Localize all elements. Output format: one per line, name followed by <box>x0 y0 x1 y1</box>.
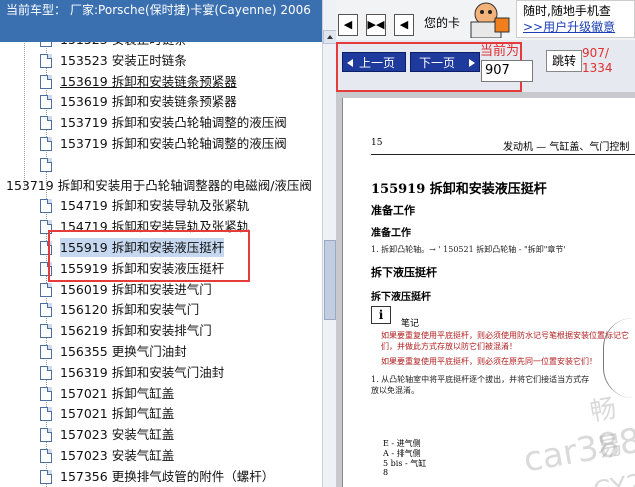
car-model-header: 当前车型： 厂家:Porsche(保时捷)卡宴(Cayenne) 2006 <box>0 0 322 42</box>
doc-title: 155919 拆卸和安装液压挺杆 <box>371 182 547 197</box>
toolbar-toggle-button[interactable]: ▶◀ <box>366 14 386 36</box>
promo-box[interactable]: 随时,随地手机查 >>用户升级徽意 <box>516 0 635 38</box>
document-icon <box>40 95 52 110</box>
tree-item-label: 157021 拆卸气缸盖 <box>60 406 175 422</box>
car-model-label: 当前车型： <box>6 3 67 17</box>
doc-running-header: 发动机 — 气缸盖、气门控制 <box>503 142 630 153</box>
tree-item-label: 157021 拆卸气缸盖 <box>60 385 175 401</box>
car-model-value: 厂家:Porsche(保时捷)卡宴(Cayenne) 2006 <box>70 3 311 17</box>
tree-item-label: 153619 拆卸和安装链条预紧器 <box>60 73 237 89</box>
document-icon <box>40 428 52 443</box>
annotation-box-left <box>48 230 250 282</box>
doc-note-2: 如果要重复使用平底挺杆，则必须在原先同一位置安装它们！ <box>381 357 597 366</box>
right-arrow-icon <box>469 59 475 67</box>
document-icon <box>40 469 52 484</box>
doc-remove-heading: 拆下液压挺杆 <box>371 266 437 279</box>
document-icon <box>40 53 52 68</box>
doc-remove-subheading: 拆下液压挺杆 <box>371 292 431 303</box>
tree-item-label: 153719 拆卸和安装凸轮轴调整的液压阀 <box>60 136 287 151</box>
document-viewer[interactable]: 15 发动机 — 气缸盖、气门控制 155919 拆卸和安装液压挺杆 准备工作 … <box>336 92 635 487</box>
document-icon <box>40 449 52 463</box>
document-icon <box>40 386 52 401</box>
doc-prep-subheading: 准备工作 <box>371 228 411 239</box>
document-icon <box>40 157 52 172</box>
document-page: 15 发动机 — 气缸盖、气门控制 155919 拆卸和安装液压挺杆 准备工作 … <box>342 98 635 487</box>
doc-rule <box>371 154 635 155</box>
tree-item-label: 153619 拆卸和安装链条预紧器 <box>60 94 237 110</box>
next-page-button[interactable]: 下一页 <box>410 52 480 72</box>
current-page-label: 当前为 <box>480 44 520 59</box>
tree-scrollbar[interactable] <box>322 0 337 487</box>
next-page-label: 下一页 <box>419 56 456 70</box>
scroll-up-icon[interactable] <box>323 30 337 44</box>
tree-item-label: 156019 拆卸和安装进气门 <box>60 281 212 297</box>
doc-prep-heading: 准备工作 <box>371 204 415 217</box>
document-icon <box>40 303 52 318</box>
top-toolbar: ◀ ▶◀ ◀ 您的卡 随时,随地手机查 >>用户升级徽意 <box>336 0 635 40</box>
note-icon: i <box>371 306 391 324</box>
tree-item-label: 153523 安装正时链条 <box>60 52 187 68</box>
doc-legend-8: 8 <box>383 468 389 477</box>
left-pane: 151523 安装正时链条153523 安装正时链条153619 拆卸和安装链条… <box>0 0 336 487</box>
document-icon <box>40 116 52 131</box>
tree-item-label: 156219 拆卸和安装排气门 <box>60 323 212 339</box>
tree-item-label: 157023 安装气缸盖 <box>60 448 175 463</box>
tree-item-label: 157023 安装气缸盖 <box>60 427 175 443</box>
promo-line1: 随时,随地手机查 <box>523 4 611 18</box>
right-pane: ◀ ▶◀ ◀ 您的卡 随时,随地手机查 >>用户升级徽意 上一页 下一页 当前为… <box>336 0 635 487</box>
document-icon <box>40 345 52 359</box>
doc-note-1: 如果要重复使用平底挺杆，则必须使用防水记号笔根据安装位置标记它们，并做此方式存放… <box>381 331 629 351</box>
page-count: 907/ 1334 <box>582 46 613 75</box>
tree-item-label: 156319 拆卸和安装气门油封 <box>60 364 225 380</box>
tree-guide-line <box>24 30 25 190</box>
document-icon <box>40 324 52 339</box>
document-icon <box>40 365 52 380</box>
document-icon <box>40 199 52 214</box>
doc-step-1: 1. 从凸轮轴室中将平底挺杆逐个拔出，并将它们接适当方式存放以免混淆。 <box>371 375 590 395</box>
doc-page-number: 15 <box>371 138 383 148</box>
doc-prep-step: 1. 拆卸凸轮轴。→ ' 150521 拆卸凸轮轴 - "拆卸"章节' <box>371 245 566 254</box>
tree-item-label: 154719 拆卸和安装导轨及张紧轨 <box>60 198 250 214</box>
tree-item-label: 153719 拆卸和安装凸轮轴调整的液压阀 <box>60 115 287 131</box>
left-arrow-icon <box>347 59 353 67</box>
page-number-input[interactable]: 907 <box>481 60 533 82</box>
tree-item-label: 157356 更换排气歧管的附件（螺杆） <box>60 468 275 484</box>
prev-page-button[interactable]: 上一页 <box>342 52 406 72</box>
tree-item-label: 156355 更换气门油封 <box>60 344 187 359</box>
document-icon <box>40 407 52 422</box>
note-label: 笔记 <box>401 319 420 329</box>
doc-legend-cyl: 5 bis - 气缸 <box>383 459 427 468</box>
scroll-thumb[interactable] <box>324 240 336 320</box>
document-icon <box>40 137 52 151</box>
page-nav-bar: 上一页 下一页 当前为 907 跳转 907/ 1334 <box>336 40 635 92</box>
prev-page-label: 上一页 <box>359 56 396 70</box>
document-icon <box>40 282 52 297</box>
watermark: car388.c <box>520 415 635 481</box>
upgrade-link[interactable]: >>用户升级徽意 <box>523 19 634 35</box>
mascot-icon <box>470 2 510 38</box>
tree-item-label: 153719 拆卸和安装用于凸轮轴调整器的电磁阀/液压阀 <box>6 177 312 193</box>
tree-item-label: 156120 拆卸和安装气门 <box>60 302 200 318</box>
goto-button[interactable]: 跳转 <box>546 50 582 72</box>
document-icon <box>40 74 52 89</box>
toolbar-forward-button[interactable]: ◀ <box>394 14 414 36</box>
toolbar-back-button[interactable]: ◀ <box>338 14 358 36</box>
